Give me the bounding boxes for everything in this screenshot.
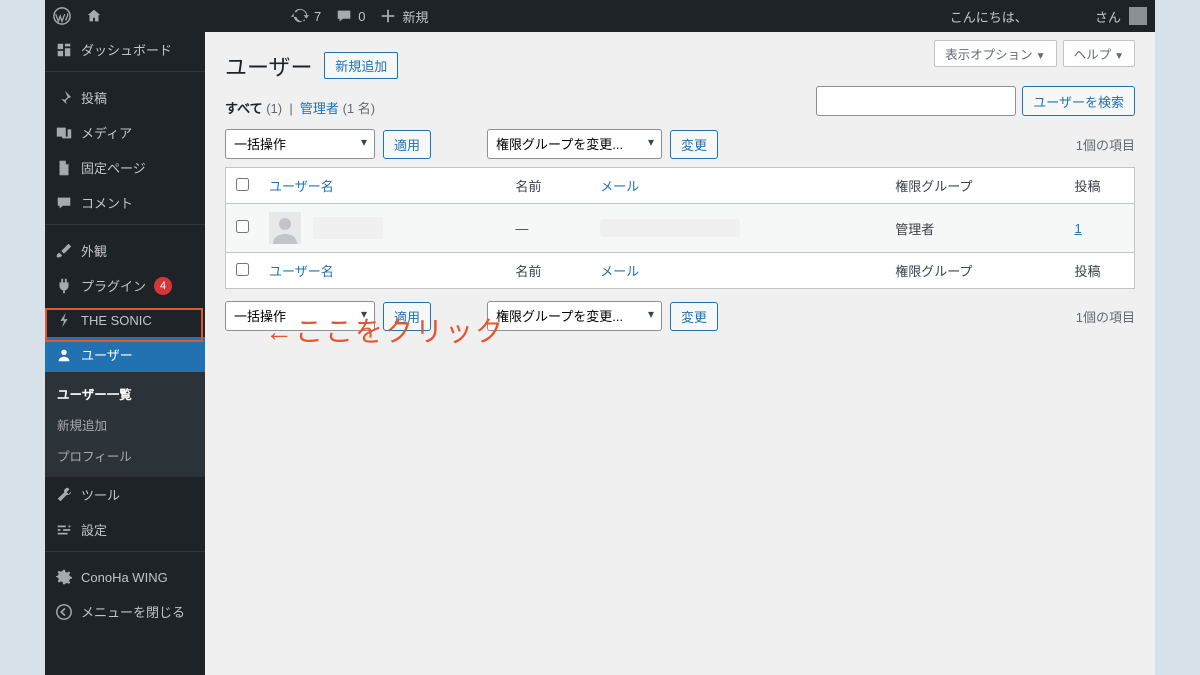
sonic-icon	[55, 311, 73, 329]
cell-posts-link[interactable]: 1	[1075, 221, 1082, 236]
users-table: ユーザー名 名前 メール 権限グループ 投稿 —	[225, 167, 1135, 289]
comments-count: 0	[358, 9, 365, 24]
updates-count: 7	[314, 9, 321, 24]
plug-icon	[55, 277, 73, 295]
media-icon	[55, 124, 73, 142]
pin-icon	[55, 89, 73, 107]
col-name: 名前	[505, 168, 590, 204]
user-search-input[interactable]	[816, 86, 1016, 116]
row-checkbox[interactable]	[236, 220, 249, 233]
sliders-icon	[55, 521, 73, 539]
filter-all[interactable]: すべて	[225, 101, 263, 116]
col-posts: 投稿	[1065, 168, 1135, 204]
sidebar-item-plugins[interactable]: プラグイン 4	[45, 268, 205, 303]
change-role-select-top[interactable]: 権限グループを変更...	[487, 129, 662, 159]
select-all-top[interactable]	[236, 178, 249, 191]
cell-name: —	[505, 204, 590, 253]
sidebar-item-comments[interactable]: コメント	[45, 185, 205, 220]
page-icon	[55, 159, 73, 177]
home-icon[interactable]	[85, 7, 103, 25]
submenu-users: ユーザー一覧 新規追加 プロフィール	[45, 372, 205, 477]
wrench-icon	[55, 486, 73, 504]
add-new-user-button[interactable]: 新規追加	[324, 52, 398, 79]
sidebar-item-pages[interactable]: 固定ページ	[45, 150, 205, 185]
comments-icon[interactable]: 0	[335, 7, 365, 25]
filter-admin[interactable]: 管理者	[300, 101, 339, 116]
sidebar-item-tools[interactable]: ツール	[45, 477, 205, 512]
submenu-item-profile[interactable]: プロフィール	[45, 440, 205, 471]
col-username[interactable]: ユーザー名	[259, 168, 505, 204]
dashboard-icon	[55, 41, 73, 59]
sidebar-item-media[interactable]: メディア	[45, 115, 205, 150]
sidebar-item-settings[interactable]: 設定	[45, 512, 205, 547]
sidebar-item-users[interactable]: ユーザー	[45, 337, 205, 372]
plugins-update-badge: 4	[154, 277, 172, 295]
col-role: 権限グループ	[885, 168, 1064, 204]
select-all-bottom[interactable]	[236, 263, 249, 276]
submenu-item-user-list[interactable]: ユーザー一覧	[45, 378, 205, 409]
gear-icon	[55, 568, 73, 586]
sidebar-item-dashboard[interactable]: ダッシュボード	[45, 32, 205, 67]
bulk-apply-top[interactable]: 適用	[383, 130, 431, 159]
brush-icon	[55, 242, 73, 260]
sidebar-item-thesonic[interactable]: THE SONIC	[45, 303, 205, 337]
admin-sidebar: ダッシュボード 投稿 メディア 固定ページ コメント 外観 プラグイン 4	[45, 32, 205, 675]
comment-icon	[55, 194, 73, 212]
page-title: ユーザー	[225, 32, 313, 82]
submenu-item-add-new[interactable]: 新規追加	[45, 409, 205, 440]
admin-bar: 7 0 新規 こんにちは、 さん	[45, 0, 1155, 32]
col-email[interactable]: メール	[590, 168, 885, 204]
screen-options-toggle[interactable]: 表示オプション▼	[934, 40, 1056, 67]
wordpress-logo-icon[interactable]	[53, 7, 71, 25]
bulk-apply-bottom[interactable]: 適用	[383, 302, 431, 331]
cell-role: 管理者	[885, 204, 1064, 253]
avatar[interactable]	[1129, 7, 1147, 25]
page-content: 表示オプション▼ ヘルプ▼ ユーザー 新規追加 ユーザーを検索 すべて (1) …	[205, 32, 1155, 675]
user-icon	[55, 346, 73, 364]
sidebar-item-collapse[interactable]: メニューを閉じる	[45, 594, 205, 629]
updates-icon[interactable]: 7	[291, 7, 321, 25]
help-toggle[interactable]: ヘルプ▼	[1063, 40, 1135, 67]
change-role-button-bottom[interactable]: 変更	[670, 302, 718, 331]
items-count-bottom: 1個の項目	[1076, 307, 1135, 326]
username-redacted	[313, 217, 383, 239]
bulk-action-select-top[interactable]: 一括操作	[225, 129, 375, 159]
change-role-button-top[interactable]: 変更	[670, 130, 718, 159]
sidebar-item-conoha[interactable]: ConoHa WING	[45, 560, 205, 594]
new-content[interactable]: 新規	[379, 7, 428, 26]
email-redacted	[600, 219, 740, 237]
bulk-action-select-bottom[interactable]: 一括操作	[225, 301, 375, 331]
collapse-icon	[55, 603, 73, 621]
greeting[interactable]: こんにちは、 さん	[950, 7, 1121, 26]
change-role-select-bottom[interactable]: 権限グループを変更...	[487, 301, 662, 331]
table-row: — 管理者 1	[226, 204, 1135, 253]
sidebar-item-posts[interactable]: 投稿	[45, 80, 205, 115]
sidebar-item-appearance[interactable]: 外観	[45, 233, 205, 268]
user-avatar	[269, 212, 301, 244]
search-users-button[interactable]: ユーザーを検索	[1022, 86, 1135, 116]
items-count-top: 1個の項目	[1076, 135, 1135, 154]
